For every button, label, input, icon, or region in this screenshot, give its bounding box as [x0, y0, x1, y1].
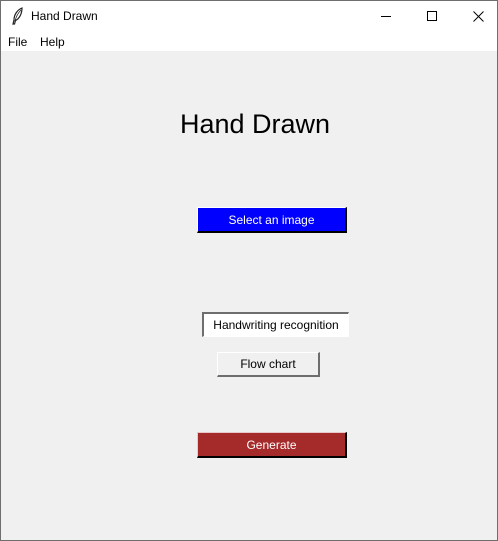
minimize-button[interactable] — [363, 1, 409, 32]
maximize-button[interactable] — [409, 1, 455, 32]
app-window: Hand Drawn File Help Hand Drawn Select a… — [0, 0, 498, 541]
title-bar[interactable]: Hand Drawn — [1, 1, 497, 32]
flow-chart-option[interactable]: Flow chart — [217, 352, 320, 377]
handwriting-recognition-option[interactable]: Handwriting recognition — [202, 312, 349, 337]
menu-help[interactable]: Help — [40, 35, 65, 49]
minimize-icon — [380, 16, 391, 17]
close-button[interactable] — [455, 1, 498, 32]
menu-file[interactable]: File — [8, 35, 27, 49]
page-title: Hand Drawn — [180, 109, 331, 139]
generate-button[interactable]: Generate — [197, 432, 347, 458]
close-icon — [472, 11, 484, 22]
maximize-icon — [426, 11, 437, 21]
feather-icon — [12, 7, 23, 25]
window-title: Hand Drawn — [31, 9, 98, 23]
select-image-button[interactable]: Select an image — [197, 207, 347, 233]
menu-bar: File Help — [1, 32, 497, 51]
